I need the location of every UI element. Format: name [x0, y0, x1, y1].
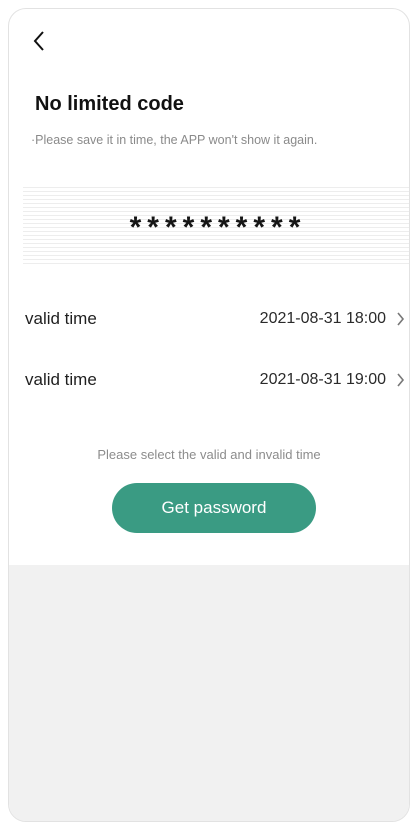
screen: No limited code ·Please save it in time,…: [8, 8, 410, 822]
masked-code: **********: [129, 211, 307, 244]
valid-time-value: 2021-08-31 18:00: [259, 310, 386, 327]
footer-background: [9, 565, 409, 821]
code-display: **********: [23, 187, 409, 265]
chevron-right-icon: [397, 373, 405, 387]
valid-time-value: 2021-08-31 19:00: [259, 371, 386, 388]
back-button[interactable]: [25, 27, 53, 55]
chevron-right-icon: [397, 312, 405, 326]
page-subtitle: ·Please save it in time, the APP won't s…: [31, 133, 318, 147]
valid-time-end-row[interactable]: valid time 2021-08-31 19:00: [25, 365, 405, 395]
hint-text: Please select the valid and invalid time: [97, 447, 321, 462]
page-title: No limited code: [35, 93, 184, 115]
get-password-button[interactable]: Get password: [112, 483, 316, 533]
chevron-left-icon: [33, 31, 44, 51]
valid-time-start-row[interactable]: valid time 2021-08-31 18:00: [25, 304, 405, 334]
valid-time-label: valid time: [25, 370, 97, 389]
valid-time-label: valid time: [25, 309, 97, 328]
